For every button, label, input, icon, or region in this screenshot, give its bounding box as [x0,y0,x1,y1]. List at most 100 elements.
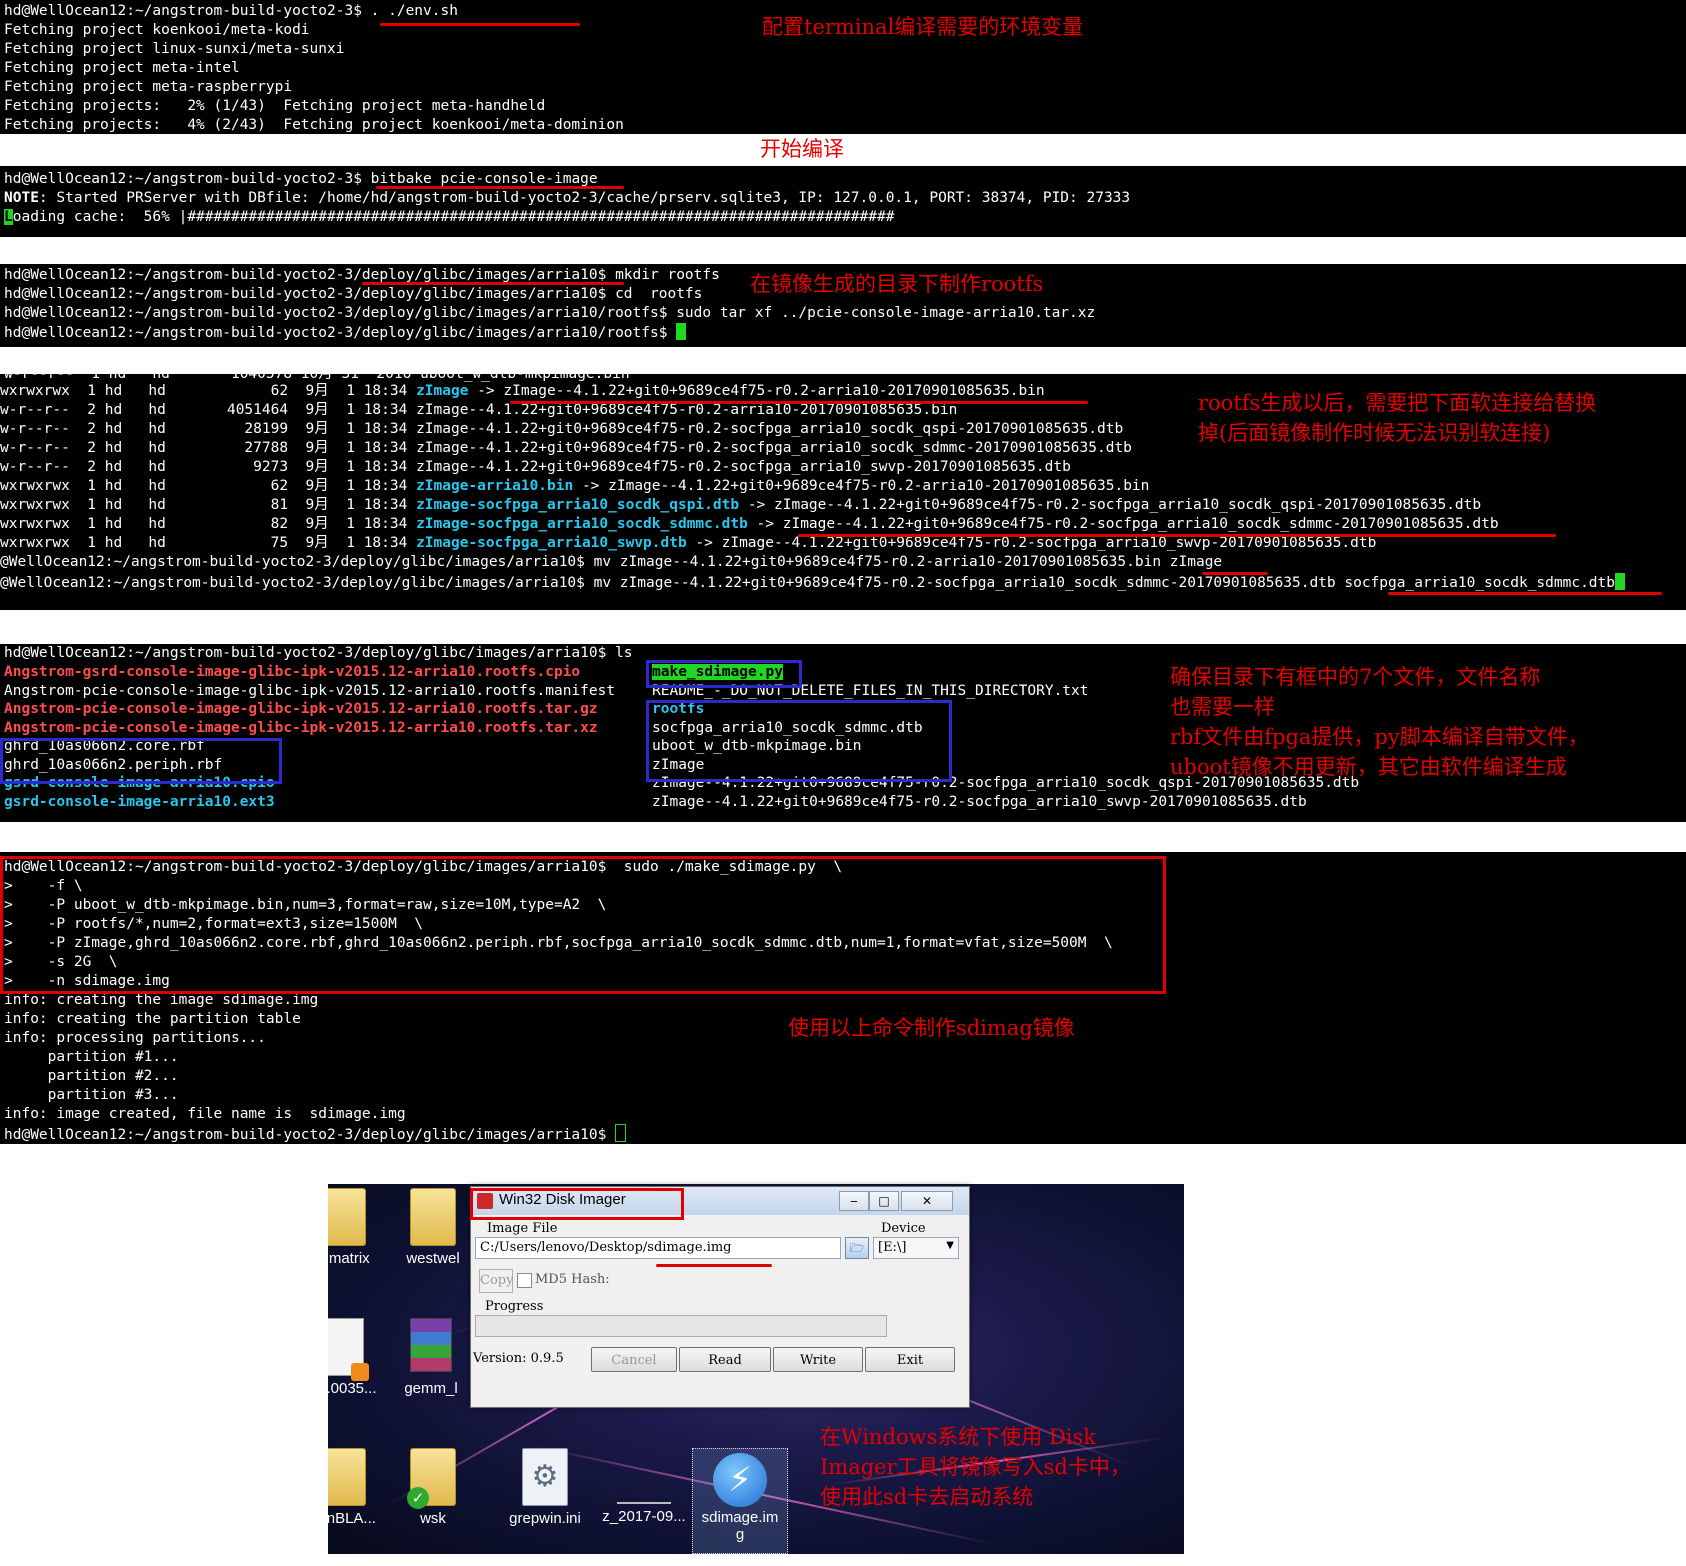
version-label: Version: 0.9.5 [473,1351,564,1366]
file-name: zImage--4.1.22+git0+9689ce4f75-r0.2-arri… [416,402,958,418]
annotation-required-files: 确保目录下有框中的7个文件，文件名称 也需要一样 rbf文件由fpga提供，py… [1170,665,1589,779]
device-select[interactable]: [E:\] ▼ [873,1237,959,1259]
terminal-line: info: processing partitions... [4,1029,266,1048]
symlink-target: -> zImage--4.1.22+git0+9689ce4f75-r0.2-a… [573,478,1150,494]
terminal-text: partition #3... [4,1087,179,1103]
underline-image-file [656,1264,772,1267]
terminal-bitbake: hd@WellOcean12:~/angstrom-build-yocto2-3… [0,166,1686,237]
desktop-icon-label: z_2017-09... [602,1508,686,1525]
desktop-icon-label: wsk [420,1510,446,1527]
terminal-line: Fetching project meta-intel [4,60,240,76]
ls-entry: gsrd-console-image-arria10.ext3 [4,793,275,812]
terminal-line: Fetching projects: 2% (1/43) Fetching pr… [4,98,546,114]
maximize-button[interactable]: □ [869,1191,899,1211]
terminal-text: partition #1... [4,1049,179,1065]
ls-entry-name: Angstrom-pcie-console-image-glibc-ipk-v2… [4,682,616,699]
file-listing-row: w-r--r-- 2 hd hd 28199 9月 1 18:34 zImage… [0,420,1123,439]
terminal-line: partition #1... [4,1048,179,1067]
file-meta: wxrwxrwx 1 hd hd 75 9月 1 18:34 [0,535,417,551]
image-file-value: C:/Users/lenovo/Desktop/sdimage.img [480,1240,732,1255]
desktop-icon-sdimage[interactable]: ⚡ sdimage.im g [692,1448,788,1554]
progress-label: Progress [485,1299,544,1314]
terminal-cursor [1615,573,1626,590]
copy-checkbox-button[interactable]: Copy [479,1269,513,1293]
desktop-icon-label: mmatrix [328,1250,370,1267]
file-meta: w-r--r-- 2 hd hd 28199 9月 1 18:34 [0,421,417,437]
terminal-text: info: creating the partition table [4,1011,301,1027]
cancel-button[interactable]: Cancel [591,1347,677,1372]
disk-imager-icon: ⚡ [713,1453,767,1507]
exit-button[interactable]: Exit [865,1347,955,1372]
underline-deploy-path [362,282,624,285]
write-button[interactable]: Write [773,1347,863,1372]
ls-entry: Angstrom-pcie-console-image-glibc-ipk-v2… [4,700,598,719]
terminal-text: hd@WellOcean12:~/angstrom-build-yocto2-3… [4,1127,616,1143]
desktop-icon-label: westwel [406,1250,460,1267]
terminal-text: partition #2... [4,1068,179,1084]
box-window-title [470,1188,684,1220]
ls-entry-name: Angstrom-pcie-console-image-glibc-ipk-v2… [4,719,598,736]
terminal-cursor [676,323,687,340]
browse-folder-button[interactable]: 🗁 [845,1237,869,1259]
terminal-line-mv2: @WellOcean12:~/angstrom-build-yocto2-3/d… [0,573,1626,592]
desktop-icon-document[interactable]: 412.0035... [328,1318,384,1397]
prompt: hd@WellOcean12:~/angstrom-build-yocto2-3… [4,171,371,187]
close-button[interactable]: ✕ [901,1191,953,1211]
desktop-icon-label: 412.0035... [328,1380,377,1397]
device-label: Device [881,1221,926,1236]
symlink-target: -> zImage--4.1.22+git0+9689ce4f75-r0.2-a… [468,383,1045,399]
annotation-replace-symlinks: rootfs生成以后，需要把下面软连接给替换 掉(后面镜像制作时候无法识别软连接… [1198,391,1597,445]
document-icon [328,1318,369,1381]
cache-progress: oading cache: 56% |#####################… [12,209,895,225]
annotation-disk-imager: 在Windows系统下使用 Disk Imager工具将镜像写入sd卡中， 使用… [820,1425,1131,1509]
box-required-files [646,700,952,782]
md5-label: MD5 Hash: [535,1272,610,1287]
desktop-icon-folder[interactable]: westwel [388,1188,478,1267]
box-rbf-files [0,738,282,784]
terminal-text: info: processing partitions... [4,1030,266,1046]
read-button[interactable]: Read [679,1347,771,1372]
file-meta: w-r--r-- 2 hd hd 27788 9月 1 18:34 [0,440,417,456]
winrar-icon [410,1318,452,1372]
note-text: : Started PRServer with DBfile: /home/hd… [38,190,1131,206]
file-meta: w-r--r-- 2 hd hd 9273 9月 1 18:34 [0,459,417,475]
terminal-text: info: creating the image sdimage.img [4,992,319,1008]
annotation-env-setup: 配置terminal编译需要的环境变量 [762,15,1084,39]
underline-mv-zimage [1202,572,1268,575]
terminal-line: hd@WellOcean12:~/angstrom-build-yocto2-3… [4,305,1096,321]
note-label: NOTE [4,190,39,206]
image-file-input[interactable]: C:/Users/lenovo/Desktop/sdimage.img [475,1237,841,1259]
file-meta: wxrwxrwx 1 hd hd 62 9月 1 18:34 [0,478,417,494]
annotation-make-sdimage: 使用以上命令制作sdimag镜像 [788,1016,1075,1040]
terminal-line-cache: Loading cache: 56% |####################… [4,208,894,227]
terminal-line-note: NOTE: Started PRServer with DBfile: /hom… [4,189,1130,208]
ls-entry: Angstrom-pcie-console-image-glibc-ipk-v2… [4,682,615,701]
desktop-icon-folder[interactable]: mmatrix [328,1188,388,1267]
minimize-button[interactable]: ‒ [839,1191,869,1211]
terminal-line: info: creating the partition table [4,1010,301,1029]
ls-entry: Angstrom-pcie-console-image-glibc-ipk-v2… [4,719,598,738]
desktop-icon-folder[interactable]: ✓ wsk [388,1448,478,1527]
md5-checkbox[interactable] [517,1273,532,1288]
file-name: zImage-arria10.bin [416,478,574,494]
file-meta: wxrwxrwx 1 hd hd 62 9月 1 18:34 [0,383,417,399]
ls-entry-name: zImage--4.1.22+git0+9689ce4f75-r0.2-socf… [652,793,1307,810]
file-icon [617,1502,671,1504]
ls-entry: zImage--4.1.22+git0+9689ce4f75-r0.2-socf… [652,793,1307,812]
desktop-icon-ini[interactable]: ⚙ grepwin.ini [490,1448,600,1527]
desktop-icon-label: gemm_l [404,1380,458,1397]
symlink-target: -> zImage--4.1.22+git0+9689ce4f75-r0.2-s… [747,516,1499,532]
desktop-icon-folder[interactable]: penBLA... [328,1448,388,1527]
file-listing-row: wxrwxrwx 1 hd hd 62 9月 1 18:34 zImage ->… [0,382,1045,401]
file-name: zImage [416,383,469,399]
underline-bitbake [376,186,624,189]
desktop-icon-file[interactable]: z_2017-09... [594,1448,694,1525]
symlink-target: -> zImage--4.1.22+git0+9689ce4f75-r0.2-s… [686,535,1377,551]
desktop-icon-archive[interactable]: gemm_l [386,1318,476,1397]
file-meta: wxrwxrwx 1 hd hd 82 9月 1 18:34 [0,516,417,532]
ls-entry-name: gsrd-console-image-arria10.ext3 [4,793,275,810]
box-make-sdimage [646,660,802,688]
terminal-line-mv1: @WellOcean12:~/angstrom-build-yocto2-3/d… [0,554,1223,570]
progress-bar [475,1315,887,1337]
underline-zimage-link [510,401,1088,404]
